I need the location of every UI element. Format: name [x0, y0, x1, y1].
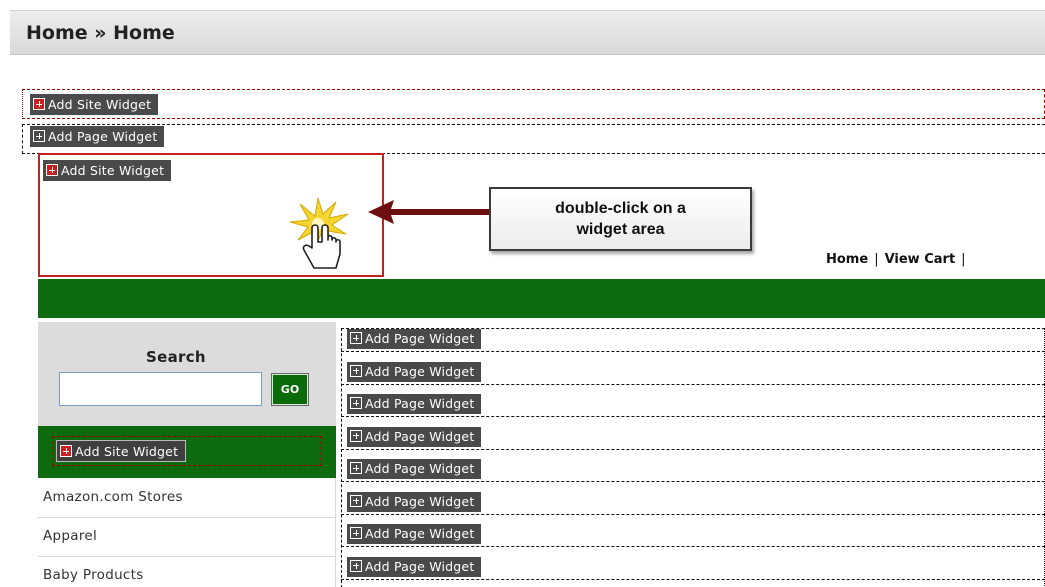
search-input[interactable]: [59, 372, 262, 406]
plus-icon: [350, 494, 362, 507]
plus-icon: [350, 332, 362, 344]
add-page-widget-button[interactable]: Add Page Widget: [347, 524, 482, 544]
add-site-widget-button[interactable]: Add Site Widget: [56, 440, 187, 462]
breadcrumb: Home » Home: [26, 22, 175, 44]
hand-cursor-icon: [289, 197, 349, 269]
plus-icon: [33, 130, 45, 142]
page-widget-zone-top[interactable]: [22, 124, 1045, 154]
plus-icon: [46, 164, 58, 176]
left-sidebar: Search GO Add Site Widget Amazon.com Sto…: [38, 322, 336, 587]
callout-line-2: widget area: [576, 221, 665, 238]
add-page-widget-button[interactable]: Add Page Widget: [347, 394, 482, 414]
top-nav: Home | View Cart |: [826, 252, 972, 267]
category-item[interactable]: Apparel: [38, 519, 336, 557]
nav-separator: |: [961, 252, 966, 267]
plus-icon: [350, 559, 362, 572]
plus-icon: [350, 429, 362, 442]
nav-home-link[interactable]: Home: [826, 252, 868, 267]
add-page-widget-button[interactable]: Add Page Widget: [347, 556, 482, 577]
plus-icon: [33, 98, 45, 110]
category-item[interactable]: Amazon.com Stores: [38, 480, 336, 518]
add-page-widget-button[interactable]: Add Page Widget: [30, 126, 165, 147]
add-page-widget-button[interactable]: Add Page Widget: [347, 329, 482, 349]
plus-icon: [350, 527, 362, 539]
page-widget-divider: [341, 448, 1045, 450]
search-title: Search: [146, 348, 206, 366]
site-widget-zone-top[interactable]: [22, 89, 1045, 119]
page-widget-divider: [341, 351, 1045, 352]
add-site-widget-button[interactable]: Add Site Widget: [43, 160, 172, 181]
plus-icon: [60, 445, 72, 457]
add-page-widget-button[interactable]: Add Page Widget: [347, 459, 482, 479]
page-widget-divider: [341, 578, 1045, 580]
nav-separator: |: [874, 252, 879, 267]
page-widget-divider: [341, 481, 1045, 482]
site-widget-zone-divider: [22, 118, 1045, 119]
category-item[interactable]: Baby Products: [38, 558, 336, 587]
header-bar: [38, 279, 1045, 318]
add-page-widget-button[interactable]: Add Page Widget: [347, 491, 482, 512]
page-widget-divider: [341, 513, 1045, 515]
plus-icon: [350, 397, 362, 409]
page-widget-divider: [341, 546, 1045, 547]
page-widget-divider: [341, 383, 1045, 385]
sidebar-widget-zone[interactable]: Add Site Widget: [38, 426, 336, 478]
arrow-icon: [368, 200, 490, 224]
go-button[interactable]: GO: [272, 374, 308, 405]
plus-icon: [350, 462, 362, 474]
search-panel: Search GO: [38, 322, 336, 426]
plus-icon: [350, 364, 362, 377]
nav-view-cart-link[interactable]: View Cart: [885, 252, 956, 267]
callout-line-1: double-click on a: [555, 200, 686, 217]
page-widget-divider: [341, 416, 1045, 417]
add-page-widget-button[interactable]: Add Page Widget: [347, 361, 482, 382]
breadcrumb-bar: Home » Home: [10, 10, 1045, 55]
add-page-widget-button[interactable]: Add Page Widget: [347, 426, 482, 447]
main-widget-area: Add Page Widget Add Page Widget Add Page W…: [341, 322, 1045, 587]
instruction-callout: double-click on a widget area: [489, 187, 752, 251]
add-site-widget-button[interactable]: Add Site Widget: [30, 94, 159, 115]
